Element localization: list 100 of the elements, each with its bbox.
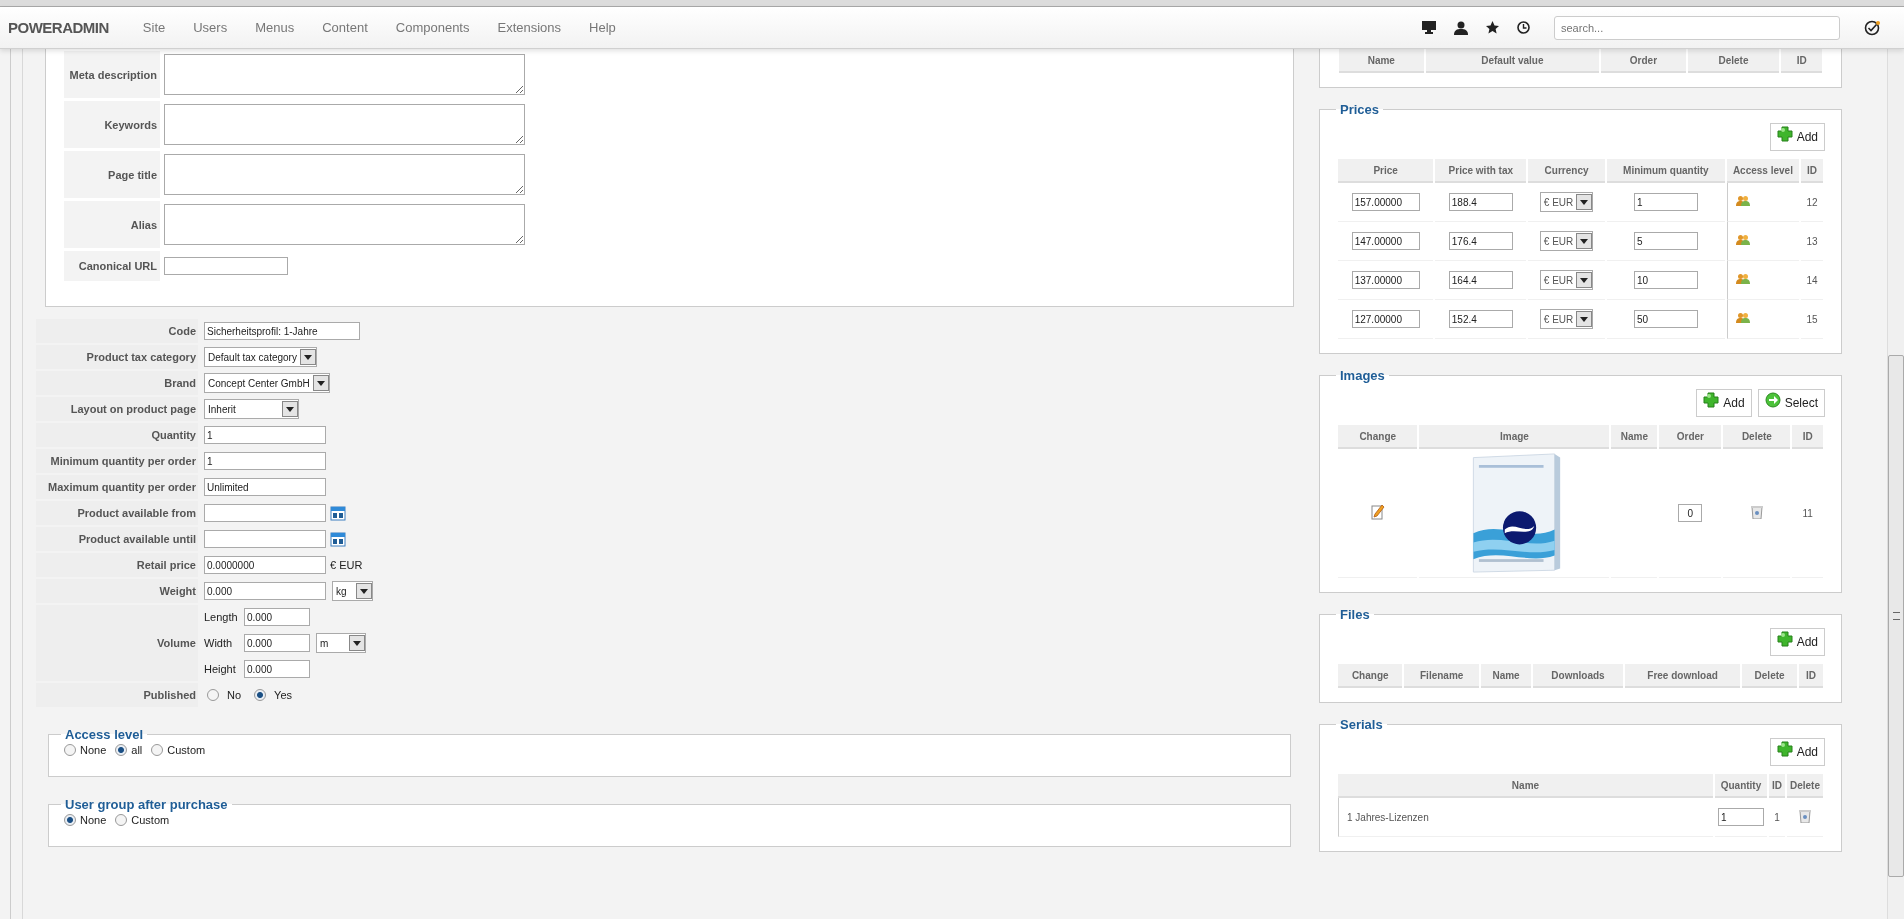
input-field[interactable] (164, 257, 288, 275)
input-field[interactable]: 0.0000000 (204, 556, 326, 574)
input-field[interactable]: 0 (1678, 504, 1703, 522)
field-label: Weight (36, 579, 198, 603)
input-field[interactable]: 1 (204, 452, 326, 470)
radio-button[interactable] (254, 689, 267, 701)
input-field[interactable]: 10 (1633, 271, 1698, 289)
caret-icon[interactable] (299, 349, 316, 365)
menu-item[interactable]: Help (575, 20, 630, 35)
user-icon[interactable] (1454, 20, 1468, 35)
table-cell: 1 (1769, 798, 1785, 837)
menu-item[interactable]: Extensions (483, 20, 576, 35)
add-button[interactable]: Add (1769, 628, 1825, 656)
scrollbar[interactable] (1887, 49, 1904, 919)
caret-icon[interactable] (1576, 311, 1593, 327)
dropdown[interactable]: € EUR (1539, 309, 1594, 329)
radio-button[interactable] (151, 744, 164, 756)
field-label: Alias (64, 201, 160, 248)
dropdown[interactable]: Inherit (204, 399, 299, 419)
add-button[interactable]: Add (1696, 389, 1752, 417)
input-field[interactable]: 0.000 (244, 660, 310, 678)
menu-item[interactable]: Site (128, 20, 180, 35)
field-label: Code (36, 319, 198, 343)
column-header: Free download (1624, 664, 1741, 688)
input-field[interactable]: 1 (204, 426, 326, 444)
trash-icon[interactable] (1750, 505, 1763, 519)
radio-label[interactable]: Yes (274, 689, 292, 701)
caret-icon[interactable] (356, 583, 372, 599)
input-field[interactable]: 50 (1633, 310, 1698, 328)
caret-icon[interactable] (1576, 233, 1593, 249)
input-field[interactable]: 176.4 (1448, 232, 1513, 250)
table-cell: 11 (1792, 449, 1823, 578)
field-label: Page title (64, 151, 160, 198)
input-field[interactable] (204, 530, 326, 548)
edit-icon[interactable] (1369, 504, 1386, 520)
caret-icon[interactable] (1576, 272, 1593, 288)
caret-icon[interactable] (282, 401, 298, 417)
input-field[interactable]: 1 (1718, 808, 1764, 826)
radio-label[interactable]: None (80, 814, 107, 826)
menu-item[interactable]: Users (179, 20, 242, 35)
dropdown[interactable]: € EUR (1539, 231, 1594, 251)
input-field[interactable]: 147.00000 (1351, 232, 1420, 250)
input-field[interactable]: 164.4 (1448, 271, 1513, 289)
column-header: ID (1798, 664, 1823, 688)
radio-button[interactable] (64, 814, 76, 826)
radio-button[interactable] (115, 744, 128, 756)
input-field[interactable]: Unlimited (204, 478, 326, 496)
input-field[interactable]: Sicherheitsprofil: 1-Jahre (204, 322, 360, 340)
caret-icon[interactable] (312, 375, 329, 391)
menu-item[interactable]: Content (308, 20, 382, 35)
column-header: Price with tax (1435, 159, 1527, 183)
input-field[interactable]: 188.4 (1448, 193, 1513, 211)
radio-label[interactable]: No (227, 689, 242, 701)
field-label: Meta description (64, 51, 160, 98)
input-field[interactable]: 0.000 (244, 608, 310, 626)
add-button[interactable]: Add (1769, 738, 1825, 766)
clock-icon[interactable] (1517, 21, 1530, 34)
caret-icon[interactable] (1576, 194, 1593, 210)
logo[interactable]: POWERADMIN (8, 19, 109, 36)
dropdown[interactable]: kg (332, 581, 373, 601)
input-field[interactable]: 152.4 (1448, 310, 1513, 328)
input-field[interactable]: 157.00000 (1351, 193, 1420, 211)
check-circle-icon[interactable] (1864, 19, 1880, 36)
radio-button[interactable] (115, 814, 128, 826)
dropdown[interactable]: € EUR (1539, 192, 1594, 212)
section-title: Images (1339, 368, 1386, 383)
monitor-icon[interactable] (1422, 21, 1436, 34)
input-field[interactable]: 1 (1633, 193, 1698, 211)
calendar-icon[interactable] (330, 505, 346, 521)
select-button[interactable]: Select (1757, 389, 1825, 417)
caret-icon[interactable] (349, 635, 365, 651)
calendar-icon[interactable] (330, 531, 346, 547)
section-title: Serials (1339, 717, 1384, 732)
radio-label[interactable]: Custom (131, 814, 170, 826)
menu-item[interactable]: Components (381, 20, 484, 35)
dropdown[interactable]: m (316, 633, 366, 653)
radio-label[interactable]: Custom (167, 744, 206, 756)
input-field[interactable] (204, 504, 326, 522)
dropdown[interactable]: Concept Center GmbH (204, 373, 330, 393)
trash-icon[interactable] (1799, 809, 1811, 823)
input-field[interactable]: 137.00000 (1351, 271, 1420, 289)
star-icon[interactable] (1486, 21, 1499, 34)
scrollbar-thumb[interactable] (1888, 355, 1904, 877)
column-header: Name (1338, 774, 1713, 798)
radio-label[interactable]: None (80, 744, 107, 756)
input-field[interactable]: 5 (1633, 232, 1698, 250)
input-field[interactable]: 127.00000 (1351, 310, 1420, 328)
radio-label[interactable]: all (131, 744, 143, 756)
plus-icon (1776, 126, 1793, 142)
menu-item[interactable]: Menus (241, 20, 309, 35)
search-field[interactable]: search... (1554, 15, 1840, 40)
input-field[interactable]: 0.000 (244, 634, 310, 652)
input-field[interactable]: 0.000 (204, 582, 326, 600)
dropdown[interactable]: € EUR (1539, 270, 1594, 290)
column-header: Change (1338, 425, 1418, 449)
radio-button[interactable] (207, 689, 219, 701)
radio-button[interactable] (64, 744, 76, 756)
add-button[interactable]: Add (1769, 123, 1825, 151)
column-header: Name (1339, 49, 1424, 73)
dropdown[interactable]: Default tax category (204, 347, 317, 367)
